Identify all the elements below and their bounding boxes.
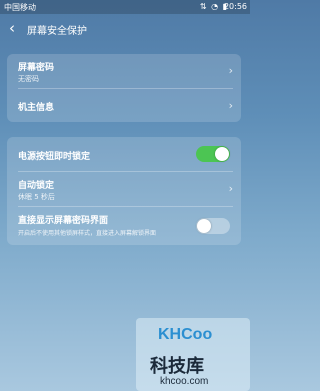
back-chevron-icon[interactable]: ‹ bbox=[9, 20, 15, 36]
watermark: KHCoo 科技库 khcoo.com bbox=[136, 318, 250, 391]
status-bar: 中国移动 ⇅ ◔ ▮ 20:56 bbox=[0, 0, 250, 14]
power-lock-label: 电源按钮即时锁定 bbox=[18, 152, 91, 162]
carrier-label: 中国移动 bbox=[4, 3, 36, 12]
watermark-text: 科技库 bbox=[150, 356, 204, 377]
auto-lock-label: 自动锁定 bbox=[18, 181, 55, 191]
card-lock-settings: 电源按钮即时锁定 自动锁定 休眠 5 秒后 › 直接显示屏幕密码界面 开启后不使… bbox=[7, 137, 241, 245]
owner-info-label: 机主信息 bbox=[18, 103, 55, 113]
row-power-lock[interactable]: 电源按钮即时锁定 bbox=[7, 137, 241, 171]
page-title: 屏幕安全保护 bbox=[27, 26, 87, 37]
clock: 20:56 bbox=[223, 2, 247, 11]
toggle-knob bbox=[197, 219, 211, 233]
auto-lock-sub: 休眠 5 秒后 bbox=[18, 193, 55, 201]
row-owner-info[interactable]: 机主信息 › bbox=[7, 89, 241, 122]
watermark-logo: KHCoo bbox=[158, 326, 213, 343]
direct-show-toggle[interactable] bbox=[196, 218, 230, 234]
power-lock-toggle[interactable] bbox=[196, 146, 230, 162]
header: ‹ 屏幕安全保护 bbox=[0, 14, 250, 44]
toggle-knob bbox=[215, 147, 229, 161]
watermark-url: khcoo.com bbox=[160, 376, 209, 387]
screen-password-sub: 无密码 bbox=[18, 75, 39, 83]
direct-show-label: 直接显示屏幕密码界面 bbox=[18, 216, 109, 226]
row-direct-show[interactable]: 直接显示屏幕密码界面 开启后不使用其他锁屏样式，直接进入屏幕解锁界面 bbox=[7, 207, 241, 245]
chevron-right-icon: › bbox=[228, 182, 233, 195]
chevron-right-icon: › bbox=[228, 64, 233, 77]
chevron-right-icon: › bbox=[228, 99, 233, 112]
row-auto-lock[interactable]: 自动锁定 休眠 5 秒后 › bbox=[7, 172, 241, 206]
card-password-settings: 屏幕密码 无密码 › 机主信息 › bbox=[7, 54, 241, 122]
direct-show-sub: 开启后不使用其他锁屏样式，直接进入屏幕解锁界面 bbox=[18, 230, 157, 237]
row-screen-password[interactable]: 屏幕密码 无密码 › bbox=[7, 54, 241, 88]
screen-password-label: 屏幕密码 bbox=[18, 63, 55, 73]
